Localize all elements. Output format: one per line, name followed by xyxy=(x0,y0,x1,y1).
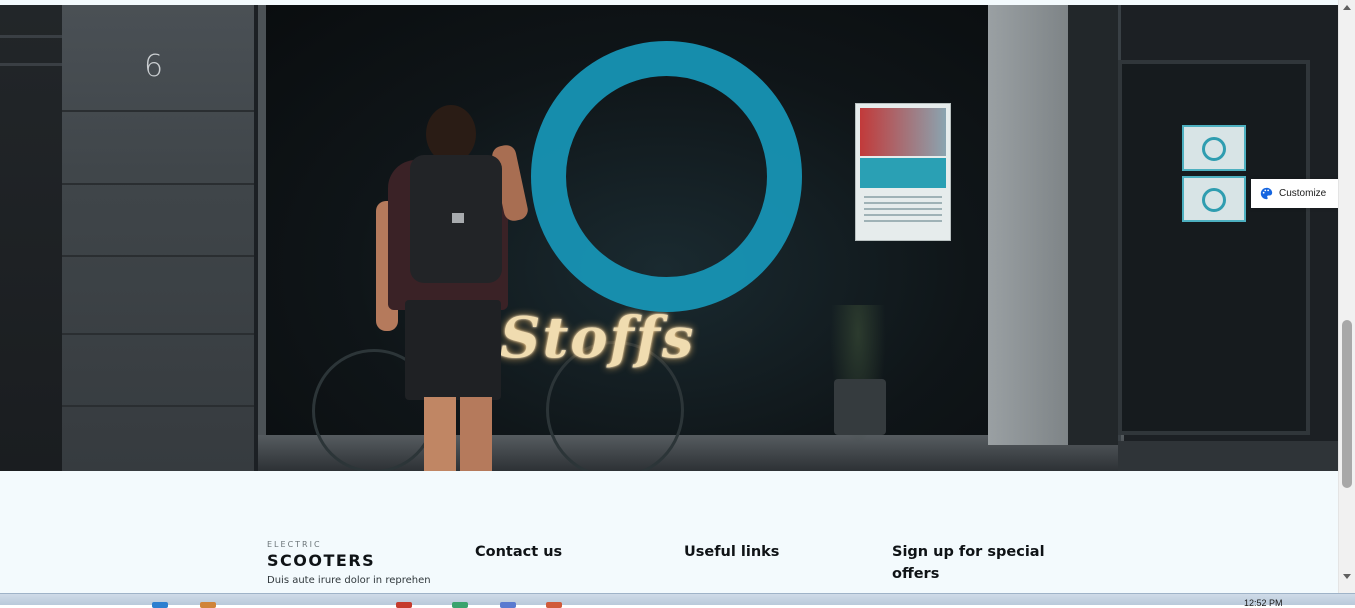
customize-button[interactable]: Customize xyxy=(1251,179,1338,208)
door-sticker xyxy=(1182,125,1246,171)
page: 6 Stoffs Customize ELECTRIC SCOOTERS Dui… xyxy=(0,0,1338,593)
page-scrollbar[interactable] xyxy=(1338,0,1355,593)
scroll-up-icon[interactable] xyxy=(1343,5,1351,10)
palette-icon xyxy=(1260,187,1273,200)
taskbar-app-icon[interactable] xyxy=(452,602,468,608)
taskbar-app-icon[interactable] xyxy=(546,602,562,608)
backpack xyxy=(410,155,502,283)
pillar xyxy=(988,5,1068,445)
taskbar-app-icon[interactable] xyxy=(152,602,168,608)
special-offers-heading: Sign up for special offers xyxy=(892,544,1045,582)
plant-pot xyxy=(834,379,886,435)
taskbar-clock[interactable]: 12:52 PM xyxy=(1244,598,1283,608)
ring-logo xyxy=(531,41,802,312)
scroll-down-icon[interactable] xyxy=(1343,574,1351,579)
hero-image: 6 Stoffs xyxy=(0,5,1338,471)
brand-name: SCOOTERS xyxy=(267,551,376,570)
door-sticker xyxy=(1182,176,1246,222)
scroll-thumb[interactable] xyxy=(1342,320,1352,488)
shop-door xyxy=(1118,60,1310,435)
person-shorts xyxy=(405,300,501,400)
house-number: 6 xyxy=(144,49,164,84)
brand-description: Duis aute irure dolor in reprehen xyxy=(267,575,431,586)
brand-kicker: ELECTRIC xyxy=(267,540,322,549)
customize-label: Customize xyxy=(1279,188,1327,199)
window-poster xyxy=(855,103,951,241)
door-step xyxy=(1118,441,1338,471)
contact-us-heading: Contact us xyxy=(475,544,563,560)
taskbar-app-icon[interactable] xyxy=(200,602,216,608)
useful-links-heading: Useful links xyxy=(684,544,780,560)
person-leg xyxy=(424,397,456,471)
left-wall xyxy=(0,5,62,471)
person-leg xyxy=(460,397,492,471)
pillar-shadow xyxy=(1068,5,1118,445)
taskbar-app-icon[interactable] xyxy=(396,602,412,608)
neon-sign: Stoffs xyxy=(500,305,696,371)
taskbar-app-icon[interactable] xyxy=(500,602,516,608)
